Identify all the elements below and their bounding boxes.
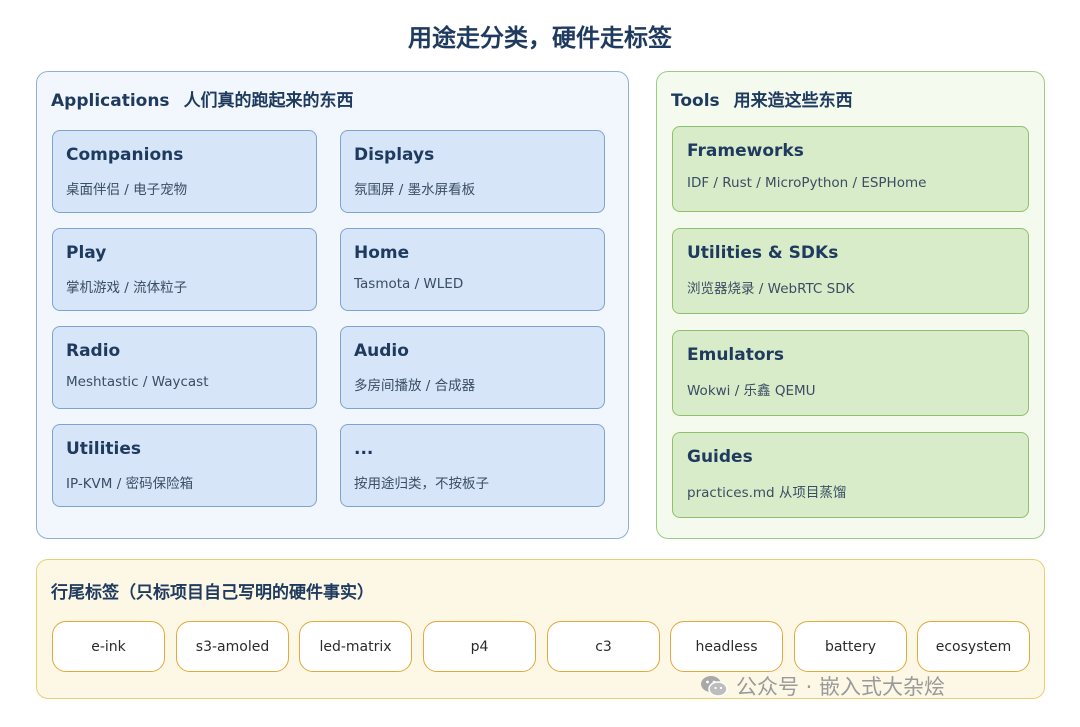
- tool-card-utilities-sdks: Utilities & SDKs 浏览器烧录 / WebRTC SDK: [672, 228, 1029, 314]
- app-card-companions: Companions 桌面伴侣 / 电子宠物: [52, 130, 317, 213]
- card-desc: 桌面伴侣 / 电子宠物: [66, 182, 188, 198]
- page-title: 用途走分类，硬件走标签: [408, 24, 672, 52]
- card-desc: 浏览器烧录 / WebRTC SDK: [687, 281, 855, 297]
- watermark: 公众号 · 嵌入式大杂烩: [700, 668, 945, 704]
- applications-panel: Applications 人们真的跑起来的东西 Companions 桌面伴侣 /…: [36, 71, 629, 539]
- card-desc: Meshtastic / Waycast: [66, 374, 209, 390]
- card-name: Radio: [66, 341, 121, 361]
- tool-card-frameworks: Frameworks IDF / Rust / MicroPython / ES…: [672, 126, 1029, 212]
- app-card-displays: Displays 氛围屏 / 墨水屏看板: [340, 130, 605, 213]
- app-card-audio: Audio 多房间播放 / 合成器: [340, 326, 605, 409]
- tag-pill: e-ink: [52, 621, 165, 672]
- card-desc: Wokwi / 乐鑫 QEMU: [687, 383, 816, 399]
- card-desc: IDF / Rust / MicroPython / ESPHome: [687, 175, 927, 191]
- watermark-text: 公众号 · 嵌入式大杂烩: [736, 675, 946, 699]
- app-card-more: ... 按用途归类，不按板子: [340, 424, 605, 507]
- app-card-utilities: Utilities IP-KVM / 密码保险箱: [52, 424, 317, 507]
- tool-card-emulators: Emulators Wokwi / 乐鑫 QEMU: [672, 330, 1029, 416]
- tag-pill: ecosystem: [917, 621, 1030, 672]
- card-name: Audio: [354, 341, 409, 361]
- card-desc: IP-KVM / 密码保险箱: [66, 476, 194, 492]
- app-card-play: Play 掌机游戏 / 流体粒子: [52, 228, 317, 311]
- card-desc: 掌机游戏 / 流体粒子: [66, 280, 188, 296]
- card-name: Utilities: [66, 439, 142, 459]
- card-name: Emulators: [687, 345, 785, 365]
- card-name: Displays: [354, 145, 435, 165]
- app-card-radio: Radio Meshtastic / Waycast: [52, 326, 317, 409]
- card-desc: practices.md 从项目蒸馏: [687, 485, 847, 501]
- applications-header: Applications 人们真的跑起来的东西: [51, 86, 354, 111]
- applications-subtitle: 人们真的跑起来的东西: [183, 91, 354, 111]
- card-name: Companions: [66, 145, 184, 165]
- tools-subtitle: 用来造这些东西: [733, 91, 853, 111]
- card-name: Guides: [687, 447, 753, 467]
- tools-panel: Tools 用来造这些东西 Frameworks IDF / Rust / Mic…: [656, 71, 1045, 539]
- card-desc: Tasmota / WLED: [354, 276, 464, 292]
- tool-card-guides: Guides practices.md 从项目蒸馏: [672, 432, 1029, 518]
- card-name: Frameworks: [687, 141, 804, 161]
- tag-pill: c3: [547, 621, 660, 672]
- card-desc: 多房间播放 / 合成器: [354, 378, 476, 394]
- tag-pill: battery: [794, 621, 907, 672]
- app-card-home: Home Tasmota / WLED: [340, 228, 605, 311]
- tags-title: 行尾标签（只标项目自己写明的硬件事实）: [51, 583, 374, 603]
- tools-header: Tools 用来造这些东西: [671, 86, 853, 111]
- tag-pill: p4: [423, 621, 536, 672]
- card-desc: 氛围屏 / 墨水屏看板: [354, 182, 476, 198]
- card-name: Play: [66, 243, 107, 263]
- tag-pill: led-matrix: [299, 621, 412, 672]
- tools-label: Tools: [671, 91, 720, 111]
- applications-label: Applications: [51, 91, 170, 111]
- card-name: ...: [354, 439, 374, 459]
- card-desc: 按用途归类，不按板子: [354, 476, 489, 492]
- tag-pill: headless: [670, 621, 783, 672]
- wechat-icon: [700, 674, 728, 698]
- tag-pill: s3-amoled: [176, 621, 289, 672]
- card-name: Utilities & SDKs: [687, 243, 839, 263]
- card-name: Home: [354, 243, 410, 263]
